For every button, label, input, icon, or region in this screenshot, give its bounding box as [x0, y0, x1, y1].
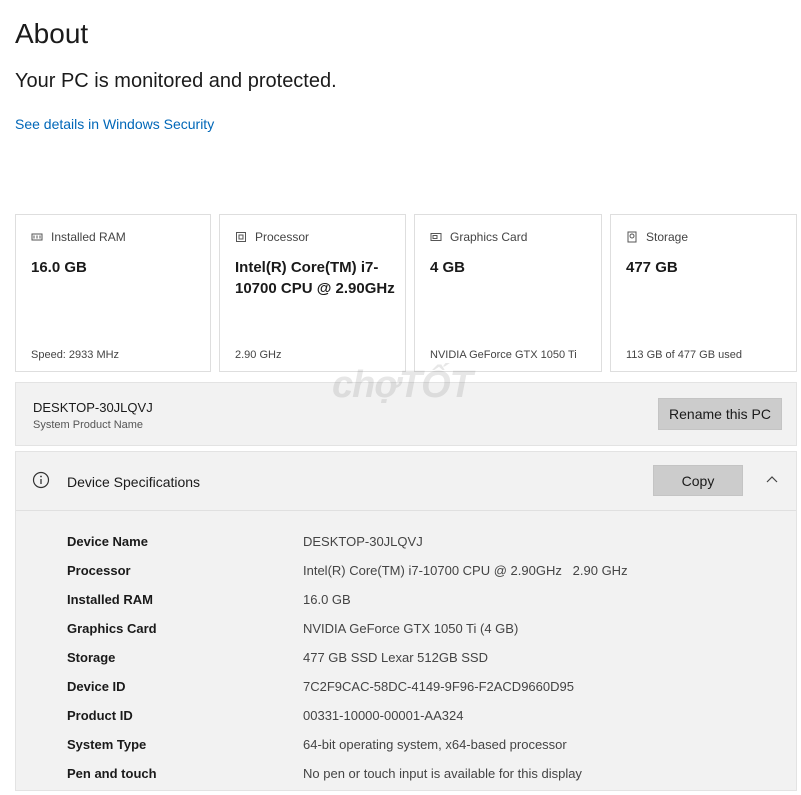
spec-value: 16.0 GB	[303, 592, 351, 607]
card-value: 4 GB	[430, 259, 466, 276]
spec-cards: Installed RAM 16.0 GB Speed: 2933 MHz Pr…	[15, 214, 797, 374]
spec-key: Storage	[67, 650, 116, 665]
spec-value: No pen or touch input is available for t…	[303, 766, 582, 781]
card-footer: 113 GB of 477 GB used	[626, 349, 742, 361]
spec-value: 477 GB SSD Lexar 512GB SSD	[303, 650, 488, 665]
storage-icon	[627, 231, 637, 243]
spec-key: Device ID	[67, 679, 126, 694]
protection-status: Your PC is monitored and protected.	[15, 70, 337, 92]
card-storage: Storage 477 GB 113 GB of 477 GB used	[610, 214, 797, 372]
spec-key: Processor	[67, 563, 131, 578]
card-label: Installed RAM	[51, 230, 126, 244]
card-installed-ram: Installed RAM 16.0 GB Speed: 2933 MHz	[15, 214, 211, 372]
spec-key: Device Name	[67, 534, 148, 549]
card-label: Processor	[255, 230, 310, 244]
spec-value: 64-bit operating system, x64-based proce…	[303, 737, 567, 752]
graphics-card-icon	[430, 233, 442, 241]
spec-value: 7C2F9CAC-58DC-4149-9F96-F2ACD9660D95	[303, 679, 574, 694]
spec-value: NVIDIA GeForce GTX 1050 Ti (4 GB)	[303, 621, 519, 636]
spec-key: Installed RAM	[67, 592, 153, 607]
rename-pc-button[interactable]: Rename this PC	[658, 398, 782, 430]
card-processor: Processor Intel(R) Core(TM) i7-10700 CPU…	[219, 214, 406, 372]
spec-key: Pen and touch	[67, 766, 157, 781]
card-value: Intel(R) Core(TM) i7-10700 CPU @ 2.90GHz	[235, 259, 395, 297]
pc-subtitle: System Product Name	[33, 419, 144, 431]
card-footer: NVIDIA GeForce GTX 1050 Ti	[430, 349, 577, 361]
card-footer: 2.90 GHz	[235, 349, 282, 361]
card-label: Graphics Card	[450, 230, 528, 244]
info-icon	[32, 471, 50, 489]
device-specifications-header[interactable]: Device Specifications Copy	[16, 452, 796, 511]
copy-button[interactable]: Copy	[653, 465, 743, 496]
spec-key: Product ID	[67, 708, 133, 723]
device-specifications-title: Device Specifications	[67, 474, 201, 490]
card-value: 477 GB	[626, 259, 678, 276]
card-label: Storage	[646, 230, 689, 244]
device-specifications-panel: Device Specifications Copy Device Name DE…	[15, 451, 797, 791]
spec-key: System Type	[67, 737, 147, 752]
watermark: chợTỐT	[332, 364, 473, 406]
page-title: About	[15, 18, 89, 49]
ram-icon	[31, 233, 43, 241]
spec-value: Intel(R) Core(TM) i7-10700 CPU @ 2.90GHz…	[303, 563, 628, 578]
windows-security-link[interactable]: See details in Windows Security	[15, 116, 214, 132]
chevron-up-icon[interactable]	[766, 474, 778, 486]
card-graphics: Graphics Card 4 GB NVIDIA GeForce GTX 10…	[414, 214, 602, 372]
processor-icon	[236, 232, 246, 242]
pc-name: DESKTOP-30JLQVJ	[33, 400, 153, 415]
spec-value: DESKTOP-30JLQVJ	[303, 534, 423, 549]
spec-value: 00331-10000-00001-AA324	[303, 708, 464, 723]
card-footer: Speed: 2933 MHz	[31, 349, 120, 361]
spec-key: Graphics Card	[67, 621, 157, 636]
card-value: 16.0 GB	[31, 259, 87, 276]
